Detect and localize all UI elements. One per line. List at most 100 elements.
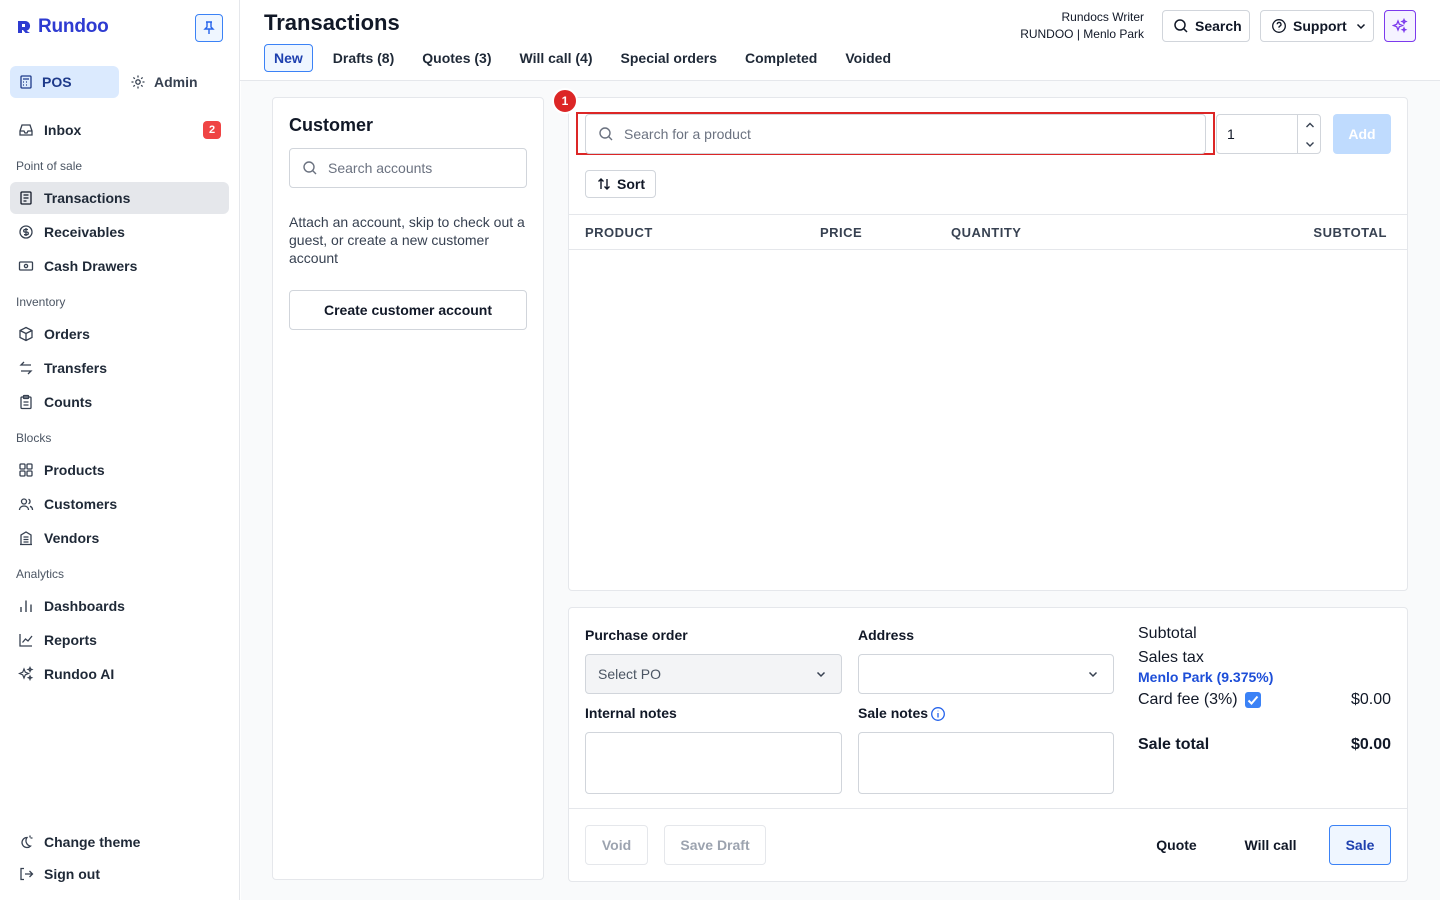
sidebar-item-orders[interactable]: Orders <box>10 318 229 350</box>
sidebar-item-dashboards[interactable]: Dashboards <box>10 590 229 622</box>
sales-tax-label: Sales tax <box>1138 649 1204 666</box>
purchase-order-select[interactable]: Select PO <box>585 654 842 694</box>
add-product-button[interactable]: Add <box>1333 114 1391 154</box>
sidebar-item-label: Products <box>44 462 105 478</box>
sparkles-icon <box>18 666 34 682</box>
info-icon[interactable] <box>930 706 946 722</box>
mode-admin-button[interactable]: Admin <box>128 66 198 98</box>
search-icon <box>1173 18 1189 34</box>
card-fee-checkbox[interactable] <box>1245 692 1261 708</box>
help-circle-icon <box>1271 18 1287 34</box>
column-header-subtotal[interactable]: SUBTOTAL <box>1313 225 1387 240</box>
gear-icon <box>130 74 146 90</box>
tab-quotes[interactable]: Quotes (3) <box>408 44 505 72</box>
global-search-button[interactable]: Search <box>1162 10 1250 42</box>
inbox-icon <box>18 122 34 138</box>
product-panel <box>568 97 1408 591</box>
sign-out-icon <box>18 866 34 882</box>
sidebar-item-label: Reports <box>44 632 97 648</box>
sale-notes-label: Sale notes <box>858 705 929 721</box>
users-icon <box>18 496 34 512</box>
app-logo[interactable]: Rundoo <box>16 16 109 38</box>
step-marker: 1 <box>552 88 578 114</box>
section-blocks: Blocks <box>16 431 52 445</box>
sidebar-item-customers[interactable]: Customers <box>10 488 229 520</box>
void-button[interactable]: Void <box>585 825 648 865</box>
quantity-increment-button[interactable] <box>1297 115 1321 135</box>
change-theme-button[interactable]: Change theme <box>10 826 229 858</box>
tab-special-orders[interactable]: Special orders <box>607 44 732 72</box>
tab-will-call[interactable]: Will call (4) <box>506 44 607 72</box>
chevron-down-icon <box>813 666 829 682</box>
section-point-of-sale: Point of sale <box>16 159 83 173</box>
address-label: Address <box>858 627 915 643</box>
sidebar-item-label: Cash Drawers <box>44 258 138 274</box>
building-icon <box>18 530 34 546</box>
register-icon <box>18 74 34 90</box>
pin-icon <box>201 20 217 36</box>
sidebar-item-vendors[interactable]: Vendors <box>10 522 229 554</box>
ai-assistant-button[interactable] <box>1384 10 1416 42</box>
product-search-placeholder: Search for a product <box>624 126 751 142</box>
internal-notes-textarea[interactable] <box>585 732 842 794</box>
tab-drafts[interactable]: Drafts (8) <box>319 44 408 72</box>
column-header-product[interactable]: PRODUCT <box>585 225 653 240</box>
create-customer-button[interactable]: Create customer account <box>289 290 527 330</box>
header-divider <box>240 80 1440 81</box>
quote-button[interactable]: Quote <box>1144 825 1209 865</box>
save-draft-button[interactable]: Save Draft <box>664 825 766 865</box>
grid-icon <box>18 462 34 478</box>
subtotal-label: Subtotal <box>1138 625 1197 642</box>
sale-notes-textarea[interactable] <box>858 732 1114 794</box>
user-name: Rundocs Writer <box>1061 10 1144 24</box>
transaction-tabs: New Drafts (8) Quotes (3) Will call (4) … <box>264 44 905 72</box>
sidebar: Rundoo POS Admin Inbox 2 Point of sale T… <box>0 0 240 900</box>
sidebar-item-label: Transactions <box>44 190 131 206</box>
sort-label: Sort <box>617 176 645 192</box>
theme-icon <box>18 834 34 850</box>
column-header-price[interactable]: PRICE <box>820 225 862 240</box>
internal-notes-label: Internal notes <box>585 705 677 721</box>
product-table-header: PRODUCT PRICE QUANTITY SUBTOTAL <box>569 214 1407 250</box>
sidebar-item-products[interactable]: Products <box>10 454 229 486</box>
column-header-quantity[interactable]: QUANTITY <box>951 225 1021 240</box>
sidebar-item-reports[interactable]: Reports <box>10 624 229 656</box>
purchase-order-label: Purchase order <box>585 627 688 643</box>
support-dropdown[interactable]: Support <box>1260 10 1374 42</box>
mode-pos-label: POS <box>42 74 72 90</box>
address-select[interactable] <box>858 654 1114 694</box>
sidebar-item-cash-drawers[interactable]: Cash Drawers <box>10 250 229 282</box>
sidebar-item-label: Dashboards <box>44 598 125 614</box>
sidebar-item-inbox[interactable]: Inbox 2 <box>10 114 229 146</box>
customer-search-placeholder: Search accounts <box>328 160 433 176</box>
cash-icon <box>18 258 34 274</box>
tab-new[interactable]: New <box>264 44 313 72</box>
sidebar-item-receivables[interactable]: Receivables <box>10 216 229 248</box>
quantity-decrement-button[interactable] <box>1297 134 1321 154</box>
chevron-down-icon <box>1302 136 1318 152</box>
sale-button[interactable]: Sale <box>1329 825 1391 865</box>
support-label: Support <box>1293 18 1347 34</box>
sidebar-item-counts[interactable]: Counts <box>10 386 229 418</box>
box-icon <box>18 326 34 342</box>
sidebar-item-rundoo-ai[interactable]: Rundoo AI <box>10 658 229 690</box>
sidebar-item-label: Inbox <box>44 122 82 138</box>
tax-location-link[interactable]: Menlo Park (9.375%) <box>1138 669 1273 685</box>
sign-out-button[interactable]: Sign out <box>10 858 229 890</box>
tab-completed[interactable]: Completed <box>731 44 831 72</box>
sale-total-value: $0.00 <box>1350 736 1391 753</box>
sidebar-item-transfers[interactable]: Transfers <box>10 352 229 384</box>
product-search-input[interactable]: Search for a product <box>585 114 1206 154</box>
pin-sidebar-button[interactable] <box>195 14 223 42</box>
receipt-icon <box>18 190 34 206</box>
footer-divider <box>569 808 1407 809</box>
mode-pos-button[interactable]: POS <box>10 66 119 98</box>
page-title: Transactions <box>264 10 400 35</box>
will-call-button[interactable]: Will call <box>1232 825 1309 865</box>
sidebar-item-transactions[interactable]: Transactions <box>10 182 229 214</box>
section-analytics: Analytics <box>16 567 65 581</box>
sort-button[interactable]: Sort <box>585 170 656 198</box>
customer-search-input[interactable]: Search accounts <box>289 148 527 188</box>
tab-voided[interactable]: Voided <box>831 44 905 72</box>
chevron-up-icon <box>1302 117 1318 133</box>
